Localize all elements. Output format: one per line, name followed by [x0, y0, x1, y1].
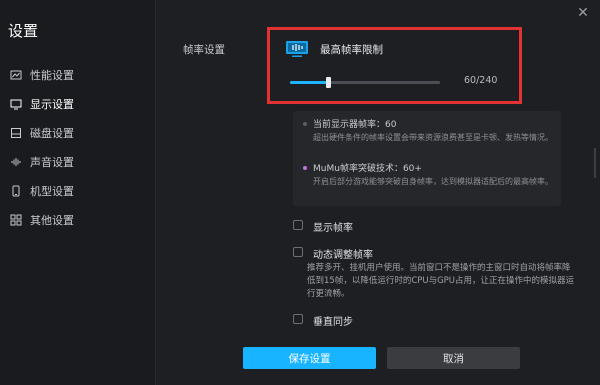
fps-limit-header: 最高帧率限制 [285, 40, 383, 58]
show-fps-label: 显示帧率 [313, 223, 353, 234]
vsync-checkbox[interactable] [293, 314, 303, 324]
dynamic-fps-label: 动态调整帧率 [313, 250, 373, 261]
fps-limit-title: 最高帧率限制 [320, 43, 383, 56]
settings-title: 设置 [8, 22, 39, 40]
info-item-current: 当前显示器帧率：60 超出硬件条件的帧率设置会带来资源浪费甚至是卡顿、发热等情况… [303, 117, 553, 144]
dynamic-fps-desc: 推荐多开、挂机用户使用。当前窗口不是操作的主窗口时自动将帧率降低到15帧，以降低… [307, 263, 575, 299]
monitor-fps-icon [285, 40, 309, 58]
sidebar-item-display[interactable]: 显示设置 [0, 89, 156, 118]
sidebar-item-sound[interactable]: 声音设置 [0, 147, 156, 176]
grid-icon [10, 214, 22, 226]
fps-slider[interactable] [290, 77, 440, 88]
sidebar-item-label: 声音设置 [30, 155, 74, 169]
vsync-option[interactable]: 垂直同步 [293, 313, 353, 328]
dynamic-fps-option[interactable]: 动态调整帧率 [293, 246, 373, 261]
info-current-title: 当前显示器帧率：60 [313, 120, 397, 130]
bullet-dot-icon [303, 121, 307, 126]
sidebar-item-label: 磁盘设置 [30, 126, 74, 140]
save-settings-button[interactable]: 保存设置 [243, 347, 376, 369]
fps-slider-fill [290, 81, 328, 84]
sidebar-item-label: 显示设置 [30, 97, 74, 111]
fps-limit-box: 最高帧率限制 60/240 [267, 27, 522, 104]
disk-icon [10, 127, 22, 139]
display-icon [10, 98, 22, 110]
show-fps-option[interactable]: 显示帧率 [293, 219, 353, 234]
fps-value: 60/240 [464, 75, 498, 86]
sidebar-item-other[interactable]: 其他设置 [0, 205, 156, 234]
info-item-mumu: MuMu帧率突破技术：60+ 开启后部分游戏能够突破自身帧率，达到模拟器适配后的… [303, 161, 553, 188]
sidebar: 设置 性能设置 显示设置 磁盘设置 声音设置 机型设置 其他设置 [0, 0, 156, 385]
sidebar-item-disk[interactable]: 磁盘设置 [0, 118, 156, 147]
fps-slider-thumb[interactable] [325, 77, 331, 88]
sound-icon [10, 156, 22, 168]
sidebar-nav: 性能设置 显示设置 磁盘设置 声音设置 机型设置 其他设置 [0, 60, 156, 234]
bottom-bar: 保存设置 取消 [157, 332, 600, 385]
cancel-button[interactable]: 取消 [387, 347, 520, 369]
sidebar-item-label: 性能设置 [30, 68, 74, 82]
sidebar-item-label: 其他设置 [30, 213, 74, 227]
scrollbar[interactable] [594, 148, 596, 178]
info-current-desc: 超出硬件条件的帧率设置会带来资源浪费甚至是卡顿、发热等情况。 [313, 133, 553, 142]
main-panel: 帧率设置 最高帧率限制 60/240 当前显示器帧率：60 超出硬件条件的帧率设… [157, 0, 600, 385]
dynamic-fps-checkbox[interactable] [293, 247, 303, 257]
vsync-label: 垂直同步 [313, 317, 353, 328]
sidebar-item-label: 机型设置 [30, 184, 74, 198]
info-mumu-desc: 开启后部分游戏能够突破自身帧率，达到模拟器适配后的最高帧率。 [313, 177, 553, 186]
sidebar-item-device[interactable]: 机型设置 [0, 176, 156, 205]
sidebar-item-performance[interactable]: 性能设置 [0, 60, 156, 89]
phone-icon [10, 185, 22, 197]
performance-icon [10, 69, 22, 81]
fps-info-box: 当前显示器帧率：60 超出硬件条件的帧率设置会带来资源浪费甚至是卡顿、发热等情况… [293, 111, 561, 206]
section-label-fps: 帧率设置 [183, 44, 225, 56]
show-fps-checkbox[interactable] [293, 220, 303, 230]
info-mumu-title: MuMu帧率突破技术：60+ [313, 164, 422, 174]
bullet-dot-icon [303, 165, 307, 170]
